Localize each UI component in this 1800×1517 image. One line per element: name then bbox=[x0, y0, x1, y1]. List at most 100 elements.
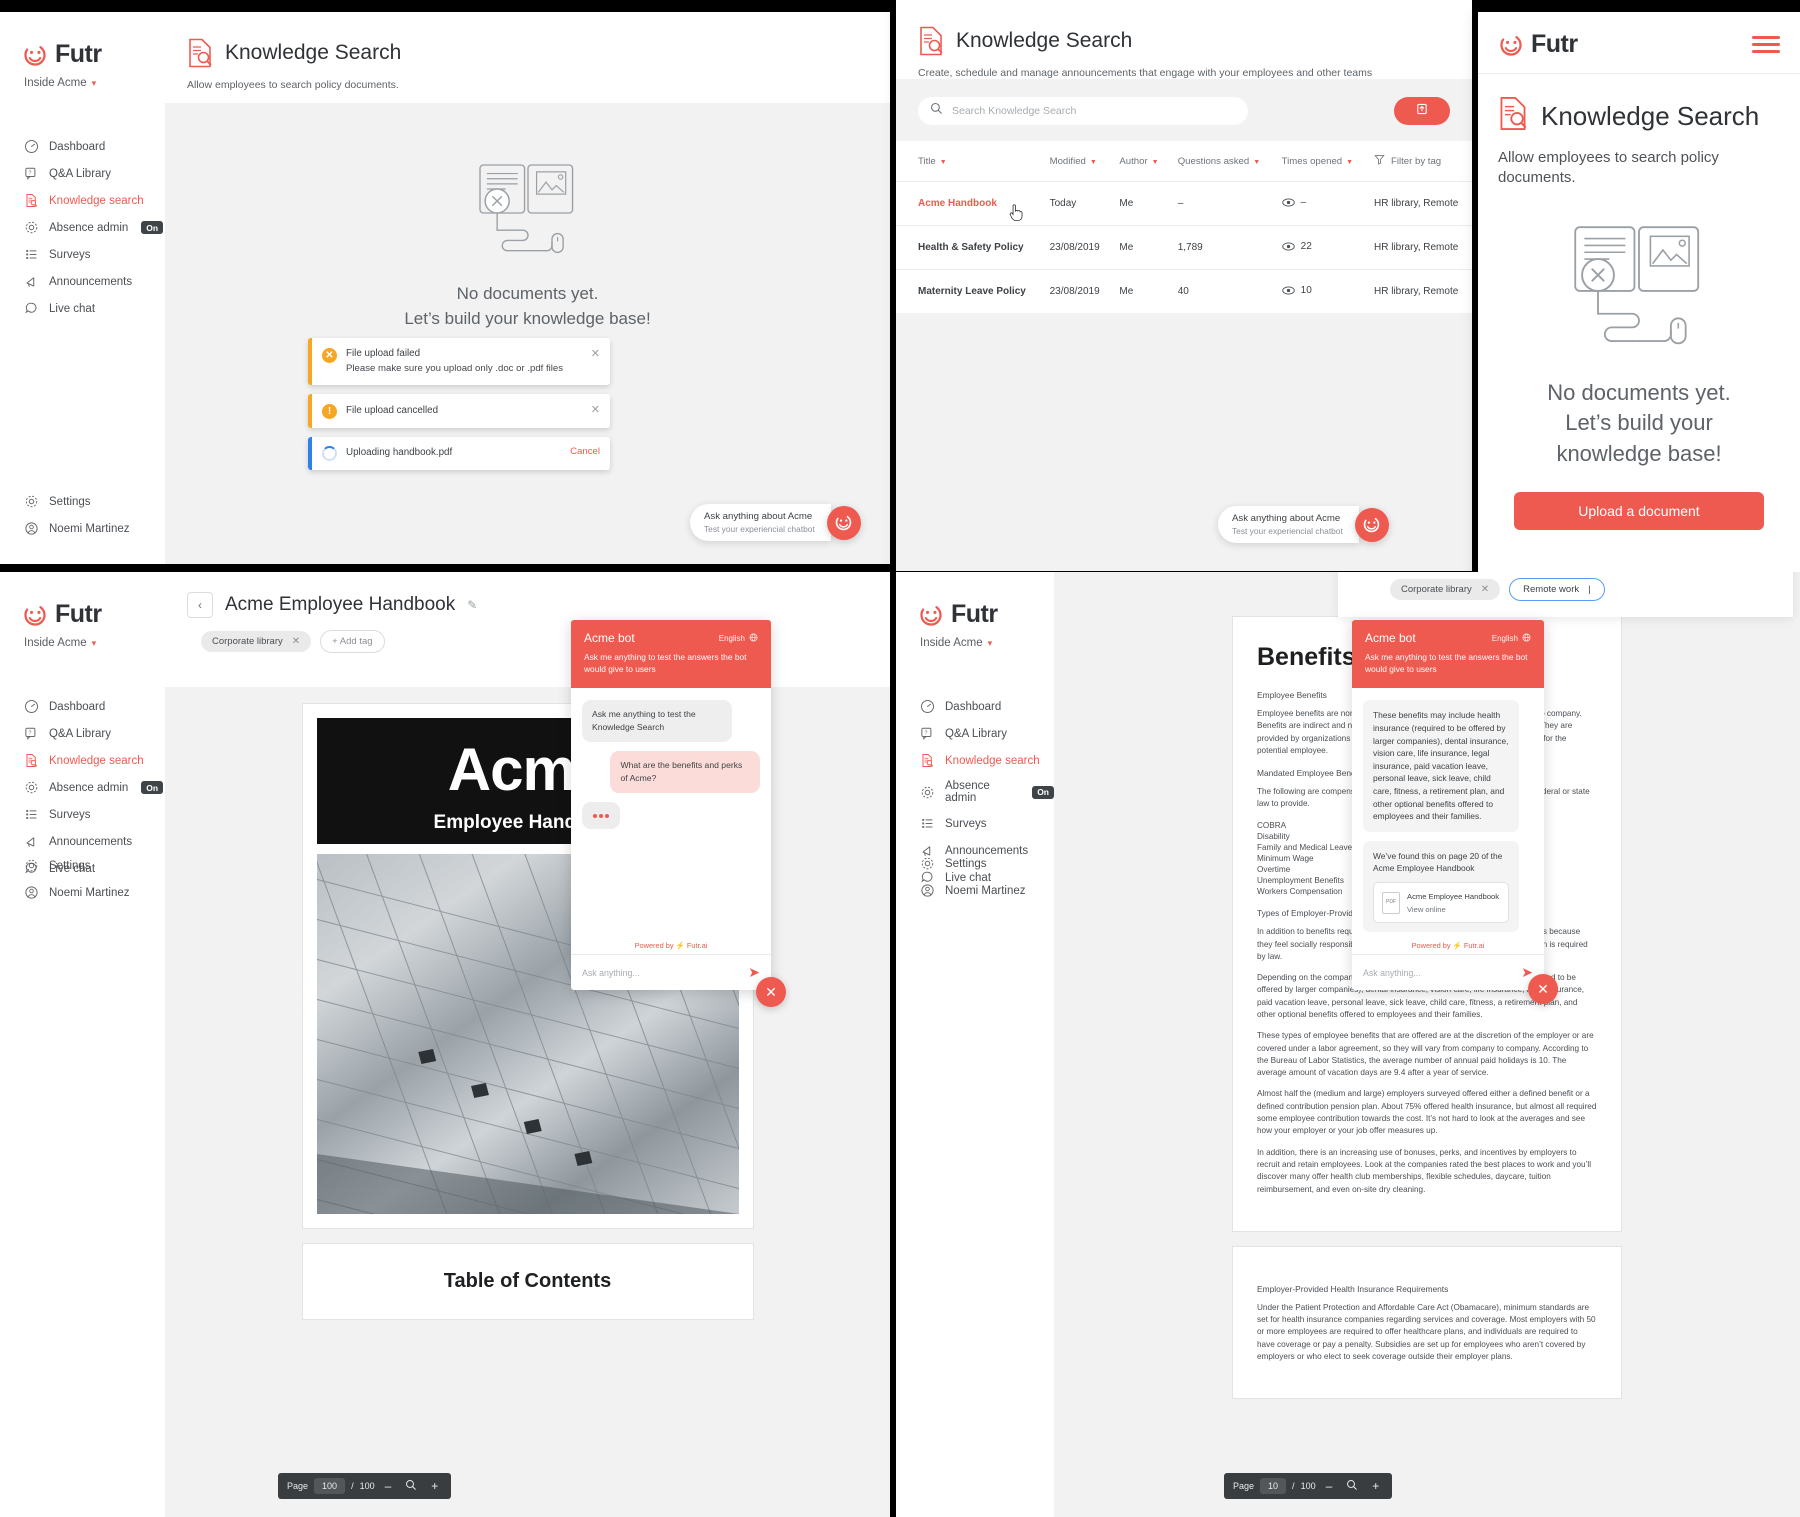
sidebar-item-settings[interactable]: Settings bbox=[0, 852, 165, 879]
sidebar-item-user[interactable]: Noemi Martinez bbox=[896, 877, 1054, 904]
new-tag-value: Remote work bbox=[1523, 584, 1580, 595]
remove-tag-icon[interactable]: ✕ bbox=[1481, 584, 1489, 595]
sidebar-item-absence-admin[interactable]: Absence admin On bbox=[0, 774, 165, 801]
sidebar-item-dashboard[interactable]: Dashboard bbox=[896, 693, 1054, 720]
col-questions-asked[interactable]: Questions asked ▼ bbox=[1170, 141, 1274, 182]
toast-uploading[interactable]: Uploading handbook.pdf Cancel bbox=[308, 437, 610, 471]
zoom-in-icon[interactable]: + bbox=[427, 1479, 442, 1493]
tag-corporate-library[interactable]: Corporate library ✕ bbox=[1390, 579, 1501, 600]
chat-launcher-button[interactable] bbox=[1354, 507, 1389, 542]
chat-close-button-left[interactable]: ✕ bbox=[756, 977, 786, 1007]
col-title[interactable]: Title ▼ bbox=[896, 141, 1042, 182]
chevron-down-icon: ▾ bbox=[91, 637, 97, 648]
col-times-opened[interactable]: Times opened ▼ bbox=[1274, 141, 1366, 182]
source-document-link[interactable]: PDF Acme Employee Handbook View online bbox=[1373, 882, 1510, 924]
zoom-out-icon[interactable]: – bbox=[381, 1479, 396, 1493]
chat-close-button-right[interactable]: ✕ bbox=[1528, 974, 1558, 1004]
sidebar-item-label: Dashboard bbox=[49, 700, 106, 713]
sidebar-item-knowledge-search[interactable]: Knowledge search bbox=[0, 747, 165, 774]
futr-logo-text: Futr bbox=[951, 600, 998, 628]
sidebar-item-qa-library[interactable]: ? Q&A Library bbox=[896, 720, 1054, 747]
pdf-page-current[interactable]: 100 bbox=[314, 1478, 346, 1494]
zoom-search-icon[interactable] bbox=[1342, 1479, 1362, 1494]
workspace-switcher[interactable]: Inside Acme ▾ bbox=[0, 69, 165, 89]
futr-logo[interactable]: Futr bbox=[0, 12, 165, 69]
back-button[interactable]: ‹ bbox=[187, 592, 213, 618]
pdf-toolbar-right[interactable]: Page 10 / 100 – + bbox=[1224, 1473, 1393, 1499]
source-view-online[interactable]: View online bbox=[1407, 905, 1446, 914]
sidebar-item-user[interactable]: Noemi Martinez bbox=[0, 879, 165, 906]
document-body-left[interactable]: Acme Employee Handbook Table of Contents bbox=[165, 687, 890, 1517]
workspace-switcher[interactable]: Inside Acme ▾ bbox=[896, 629, 1054, 649]
sidebar-item-absence-admin[interactable]: Absence admin On bbox=[0, 214, 165, 241]
sidebar-item-settings[interactable]: Settings bbox=[0, 488, 165, 515]
futr-logo[interactable]: Futr bbox=[0, 572, 165, 629]
cell-title[interactable]: Maternity Leave Policy bbox=[896, 269, 1042, 313]
cancel-upload-button[interactable]: Cancel bbox=[570, 446, 600, 457]
tag-corporate-library[interactable]: Corporate library ✕ bbox=[201, 631, 312, 652]
zoom-search-icon[interactable] bbox=[401, 1479, 421, 1494]
sidebar-item-live-chat[interactable]: Live chat bbox=[0, 295, 165, 322]
hamburger-menu-icon[interactable] bbox=[1752, 32, 1780, 57]
close-icon[interactable]: ✕ bbox=[591, 403, 600, 416]
sidebar-item-announcements[interactable]: Announcements bbox=[0, 828, 165, 855]
sidebar-item-knowledge-search[interactable]: Knowledge search bbox=[0, 187, 165, 214]
eye-icon bbox=[1281, 286, 1295, 298]
col-filter-by-tag[interactable]: Filter by tag bbox=[1366, 141, 1472, 182]
chat-language-selector[interactable]: English bbox=[719, 633, 758, 644]
upload-document-button[interactable] bbox=[1394, 97, 1450, 125]
chat-language-selector[interactable]: English bbox=[1492, 633, 1531, 644]
zoom-out-icon[interactable]: – bbox=[1322, 1479, 1337, 1493]
sidebar-item-user[interactable]: Noemi Martinez bbox=[0, 515, 165, 542]
table-body: Acme Handbook Today Me – – HR library, R… bbox=[896, 181, 1472, 313]
chat-launcher-text[interactable]: Ask anything about Acme Test your experi… bbox=[690, 504, 831, 541]
col-author[interactable]: Author ▼ bbox=[1111, 141, 1169, 182]
futr-logo[interactable]: Futr bbox=[896, 572, 1054, 629]
sidebar-item-announcements[interactable]: Announcements bbox=[0, 268, 165, 295]
chat-input-row-right[interactable]: ➤ bbox=[1352, 954, 1544, 990]
toast-upload-cancelled[interactable]: ! File upload cancelled ✕ bbox=[308, 394, 610, 429]
chat-input[interactable] bbox=[582, 967, 741, 978]
sidebar-item-surveys[interactable]: Surveys bbox=[896, 810, 1054, 837]
sidebar-item-surveys[interactable]: Surveys bbox=[0, 241, 165, 268]
chat-launcher-button[interactable] bbox=[826, 505, 861, 540]
new-tag-input[interactable]: Remote work | bbox=[1509, 578, 1605, 601]
close-icon[interactable]: ✕ bbox=[591, 347, 600, 360]
knowledge-search-icon bbox=[918, 26, 944, 56]
sidebar-item-absence-admin[interactable]: Absence admin On bbox=[896, 774, 1054, 810]
sidebar-item-label: Announcements bbox=[49, 835, 133, 848]
sidebar-item-knowledge-search[interactable]: Knowledge search bbox=[896, 747, 1054, 774]
table-row[interactable]: Maternity Leave Policy 23/08/2019 Me 40 … bbox=[896, 269, 1472, 313]
sidebar-item-qa-library[interactable]: ? Q&A Library bbox=[0, 160, 165, 187]
sidebar-item-dashboard[interactable]: Dashboard bbox=[0, 693, 165, 720]
add-tag-button[interactable]: + Add tag bbox=[320, 630, 385, 653]
col-modified[interactable]: Modified ▼ bbox=[1042, 141, 1112, 182]
upload-document-button[interactable]: Upload a document bbox=[1514, 491, 1764, 530]
workspace-switcher[interactable]: Inside Acme ▾ bbox=[0, 629, 165, 649]
chat-input[interactable] bbox=[1363, 967, 1514, 978]
chat-launcher-2[interactable]: Ask anything about Acme Test your experi… bbox=[1218, 506, 1389, 543]
zoom-in-icon[interactable]: + bbox=[1368, 1479, 1383, 1493]
documents-table: Title ▼ Modified ▼ Author ▼ Questions asked… bbox=[896, 141, 1472, 313]
search-input[interactable] bbox=[952, 105, 1236, 117]
send-icon[interactable]: ➤ bbox=[748, 964, 760, 981]
panel-document-viewer-left: Futr Inside Acme ▾ Dashboard ? Q&A Libra… bbox=[0, 572, 890, 1517]
pdf-page-current[interactable]: 10 bbox=[1260, 1478, 1287, 1494]
remove-tag-icon[interactable]: ✕ bbox=[292, 636, 300, 647]
chat-launcher-text[interactable]: Ask anything about Acme Test your experi… bbox=[1218, 506, 1359, 543]
pdf-toolbar-left[interactable]: Page 100 / 100 – + bbox=[278, 1473, 452, 1499]
table-row[interactable]: Health & Safety Policy 23/08/2019 Me 1,7… bbox=[896, 225, 1472, 270]
toast-upload-failed[interactable]: ✕ File upload failed Please make sure yo… bbox=[308, 338, 610, 386]
sidebar-item-dashboard[interactable]: Dashboard bbox=[0, 133, 165, 160]
chat-input-row-left[interactable]: ➤ bbox=[571, 954, 771, 990]
chat-launcher-1[interactable]: Ask anything about Acme Test your experi… bbox=[690, 504, 861, 541]
sidebar-item-surveys[interactable]: Surveys bbox=[0, 801, 165, 828]
sidebar-item-settings[interactable]: Settings bbox=[896, 850, 1054, 877]
cell-title[interactable]: Health & Safety Policy bbox=[896, 225, 1042, 270]
sidebar-item-qa-library[interactable]: ? Q&A Library bbox=[0, 720, 165, 747]
table-row[interactable]: Acme Handbook Today Me – – HR library, R… bbox=[896, 181, 1472, 226]
futr-logo[interactable]: Futr bbox=[1498, 30, 1578, 59]
cell-author: Me bbox=[1111, 269, 1170, 313]
search-input-wrapper[interactable] bbox=[918, 97, 1248, 125]
edit-pencil-icon[interactable]: ✎ bbox=[467, 598, 477, 612]
